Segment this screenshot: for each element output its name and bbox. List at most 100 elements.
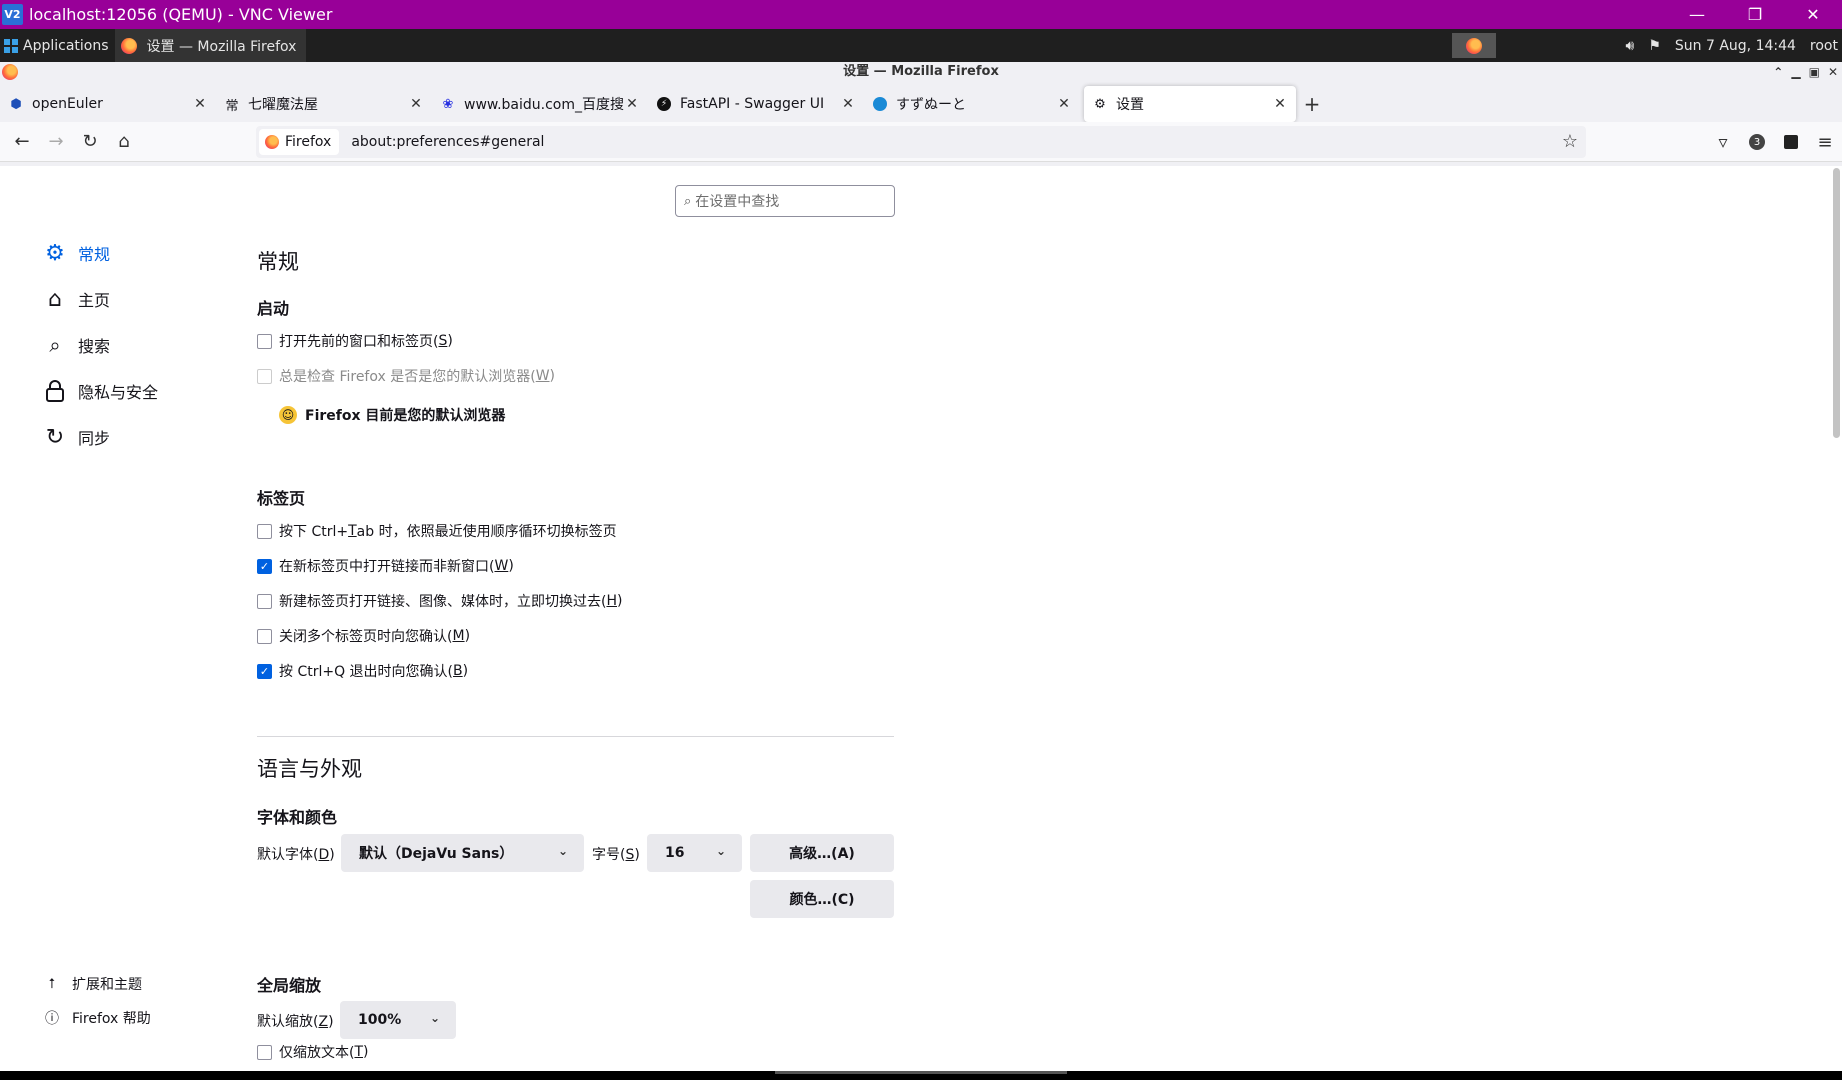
tab-openeuler[interactable]: ⬢ openEuler ✕: [0, 86, 216, 122]
wm-close-icon[interactable]: ✕: [1828, 62, 1838, 82]
badge-count: 3: [1749, 134, 1765, 150]
tab-suzunote[interactable]: すずぬーと ✕: [864, 86, 1080, 122]
ctrl-tab-checkbox[interactable]: 按下 Ctrl+ Tab 时，依照最近使用顺序循环切换标签页: [257, 520, 617, 542]
switch-to-new-tabs-checkbox[interactable]: 新建标签页打开链接、图像、媒体时，立即切换过去(H): [257, 590, 622, 612]
advanced-fonts-button[interactable]: 高级…(A): [750, 834, 894, 872]
open-links-in-tabs-checkbox[interactable]: ✓ 在新标签页中打开链接而非新窗口(W): [257, 555, 514, 577]
preferences-content: ⌕ 在设置中查找 ⚙ 常规 ⌂ 主页 ⌕ 搜索 隐私与安全 ↻ 同步 ⭡ 扩展和…: [0, 166, 1842, 1071]
scrollbar[interactable]: [1830, 166, 1842, 1071]
colors-button[interactable]: 颜色…(C): [750, 880, 894, 918]
sidebar-item-sync[interactable]: ↻ 同步: [42, 422, 110, 452]
clock[interactable]: Sun 7 Aug, 14:44: [1675, 38, 1796, 54]
user-label[interactable]: root: [1810, 38, 1838, 54]
section-divider: [257, 736, 894, 737]
sidebar-help-link[interactable]: ⓘ Firefox 帮助: [42, 1006, 151, 1030]
settings-search-input[interactable]: ⌕ 在设置中查找: [675, 185, 895, 217]
sidebar-item-label: 同步: [78, 429, 111, 448]
default-zoom-select[interactable]: 100% ⌄: [340, 1001, 456, 1039]
checkbox-label: 仅缩放文本(: [279, 1045, 355, 1061]
checkbox[interactable]: [257, 628, 272, 644]
shade-icon[interactable]: ⌃: [1773, 62, 1783, 82]
access-key: B: [453, 663, 463, 679]
default-font-select[interactable]: 默认（DejaVu Sans） ⌄: [341, 834, 584, 872]
restore-icon[interactable]: ❐: [1726, 0, 1784, 29]
tab-baidu[interactable]: ❀ www.baidu.com_百度搜索 ✕: [432, 86, 648, 122]
scrollbar-thumb[interactable]: [1833, 168, 1840, 438]
wm-minimize-icon[interactable]: ▁: [1791, 62, 1800, 82]
network-icon[interactable]: ⚑: [1648, 38, 1661, 54]
minimize-icon[interactable]: —: [1668, 0, 1726, 29]
firefox-icon: [120, 37, 137, 54]
bookmark-star-icon[interactable]: ☆: [1562, 131, 1578, 152]
back-button[interactable]: ←: [5, 125, 39, 159]
url-bar[interactable]: Firefox about:preferences#general ☆: [256, 126, 1586, 158]
default-zoom-label: 默认缩放(Z): [257, 1014, 334, 1030]
restore-session-checkbox[interactable]: 打开先前的窗口和标签页(S): [257, 330, 453, 352]
checkbox[interactable]: [257, 593, 272, 609]
identity-box[interactable]: Firefox: [259, 129, 340, 155]
sidebar-item-general[interactable]: ⚙ 常规: [42, 238, 110, 268]
checkbox[interactable]: [257, 333, 272, 349]
tab-close-icon[interactable]: ✕: [192, 96, 208, 112]
tabs-heading: 标签页: [257, 489, 306, 508]
tab-close-icon[interactable]: ✕: [1272, 96, 1288, 112]
tab-close-icon[interactable]: ✕: [1056, 96, 1072, 112]
access-key: M: [452, 628, 465, 644]
access-key: S: [438, 333, 448, 349]
zoom-text-only-checkbox[interactable]: 仅缩放文本(T): [257, 1041, 369, 1063]
access-key: W: [494, 558, 509, 574]
home-icon: ⌂: [48, 286, 62, 312]
tab-settings[interactable]: ⚙ 设置 ✕: [1084, 86, 1296, 122]
new-tab-button[interactable]: +: [1296, 86, 1328, 122]
pocket-icon[interactable]: ▿: [1706, 125, 1740, 159]
default-browser-checkbox[interactable]: 总是检查 Firefox 是否是您的默认浏览器(W): [257, 365, 555, 387]
tab-label: 七曜魔法屋: [248, 97, 318, 113]
checkbox-checked[interactable]: ✓: [257, 663, 272, 679]
tab-close-icon[interactable]: ✕: [408, 96, 424, 112]
forward-button[interactable]: →: [39, 125, 73, 159]
fonts-heading: 字体和颜色: [257, 808, 338, 827]
tab-label: すずぬーと: [896, 97, 966, 113]
home-button[interactable]: ⌂: [107, 125, 141, 159]
extension-badge-icon[interactable]: 3: [1740, 125, 1774, 159]
tab-close-icon[interactable]: ✕: [624, 96, 640, 112]
vnc-bottom-edge: [0, 1071, 1842, 1080]
tab-close-icon[interactable]: ✕: [840, 96, 856, 112]
checkbox-label: 在新标签页中打开链接而非新窗口(: [279, 559, 495, 575]
taskbar-firefox[interactable]: 设置 — Mozilla Firefox: [114, 29, 307, 62]
wm-maximize-icon[interactable]: ▣: [1809, 62, 1820, 82]
tab-label: FastAPI - Swagger UI: [680, 96, 825, 112]
checkbox[interactable]: [257, 523, 272, 539]
checkbox-label: 按 Ctrl+Q 退出时向您确认(: [279, 664, 454, 680]
default-browser-status: ☺ Firefox 目前是您的默认浏览器: [279, 404, 505, 426]
close-icon[interactable]: ✕: [1784, 0, 1842, 29]
menu-icon[interactable]: ≡: [1808, 125, 1842, 159]
font-size-select[interactable]: 16 ⌄: [647, 834, 742, 872]
checkbox-label-rest: ): [462, 663, 469, 679]
sidebar-item-home[interactable]: ⌂ 主页: [42, 284, 110, 314]
globe-icon: [872, 96, 888, 112]
warn-quit-checkbox[interactable]: ✓ 按 Ctrl+Q 退出时向您确认(B): [257, 660, 468, 682]
sidebar-item-privacy[interactable]: 隐私与安全: [42, 376, 158, 406]
checkbox[interactable]: [257, 1044, 272, 1060]
access-key: T: [354, 1044, 364, 1060]
kanji-icon: 常: [225, 98, 239, 114]
url-text[interactable]: about:preferences#general: [351, 134, 544, 150]
extension-icon[interactable]: [1774, 125, 1808, 159]
window-title: 设置 — Mozilla Firefox: [843, 64, 999, 79]
warn-close-tabs-checkbox[interactable]: 关闭多个标签页时向您确认(M): [257, 625, 470, 647]
tab-qiyao[interactable]: 常 七曜魔法屋 ✕: [216, 86, 432, 122]
applications-menu[interactable]: Applications: [0, 29, 109, 62]
sidebar-item-search[interactable]: ⌕ 搜索: [42, 330, 110, 360]
vnc-logo-icon: V2: [2, 4, 23, 25]
tray-firefox-icon[interactable]: [1452, 33, 1496, 58]
reload-button[interactable]: ↻: [73, 125, 107, 159]
checkbox[interactable]: [257, 368, 272, 384]
firefox-icon: [265, 135, 279, 149]
volume-icon[interactable]: 🔊︎: [1626, 38, 1635, 54]
tab-fastapi[interactable]: ⚡︎ FastAPI - Swagger UI ✕: [648, 86, 864, 122]
sidebar-addons-link[interactable]: ⭡ 扩展和主题: [42, 972, 142, 996]
checkbox-checked[interactable]: ✓: [257, 558, 272, 574]
paren: ): [549, 368, 556, 384]
tab-label: 设置: [1116, 97, 1144, 113]
